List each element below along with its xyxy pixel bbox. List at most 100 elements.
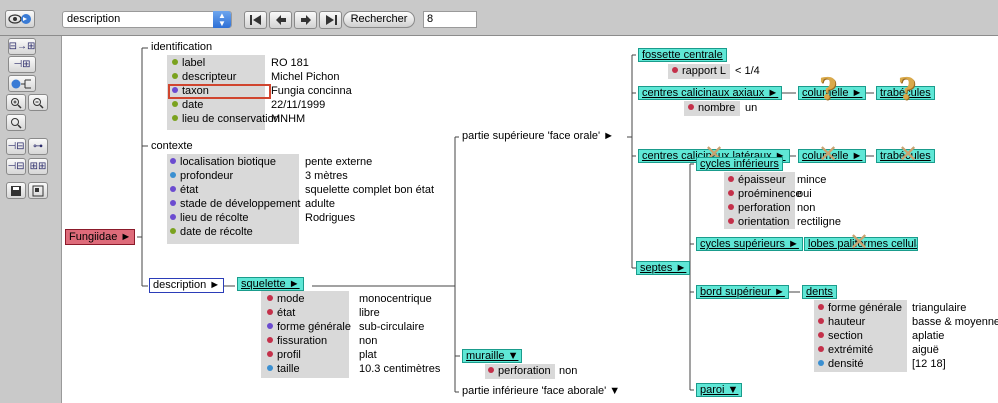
- attr-taille[interactable]: taille: [267, 363, 300, 376]
- centres-axiaux-title: centres calicinaux axiaux ►: [642, 87, 779, 99]
- attr-perforation-muraille[interactable]: perforation: [488, 365, 551, 378]
- attr-date[interactable]: date: [172, 99, 203, 112]
- value-lieu-conservation: MNHM: [271, 113, 306, 125]
- cycles-superieurs-node[interactable]: cycles supérieurs ►: [696, 237, 803, 251]
- partie-inferieure-node[interactable]: partie inférieure 'face aborale' ▼: [462, 385, 620, 398]
- tree-add-icon[interactable]: ⊣⊞: [8, 56, 36, 73]
- collapse-all-icon[interactable]: ⊣⊟: [6, 158, 26, 175]
- attr-epaisseur[interactable]: épaisseur: [728, 174, 786, 187]
- attr-date-recolte[interactable]: date de récolte: [170, 226, 253, 239]
- attr-descripteur[interactable]: descripteur: [172, 71, 236, 84]
- attr-profondeur[interactable]: profondeur: [170, 170, 233, 183]
- attr-etat-squelette[interactable]: état: [267, 307, 295, 320]
- attr-name: rapport L: [682, 65, 727, 77]
- value-localisation-biotique: pente externe: [305, 156, 373, 168]
- value-rapport-l: < 1/4: [735, 65, 760, 77]
- root-node-fungiidae[interactable]: Fungiidae ►: [65, 229, 136, 245]
- attr-dot: [728, 190, 734, 196]
- attr-densite[interactable]: densité: [818, 358, 863, 371]
- attr-name: localisation biotique: [180, 156, 277, 168]
- attr-dot: [172, 59, 178, 65]
- expand-horizontal-icon[interactable]: ⊟→⊞: [8, 38, 36, 55]
- septes-node[interactable]: septes ►: [636, 261, 691, 275]
- next-icon[interactable]: [294, 11, 317, 29]
- cycles-inferieurs-node[interactable]: cycles inférieurs: [696, 157, 783, 171]
- attr-forme-generale-dents[interactable]: forme générale: [818, 302, 902, 315]
- attr-proeminence[interactable]: proéminence: [728, 188, 802, 201]
- centres-axiaux-node[interactable]: centres calicinaux axiaux ►: [638, 86, 783, 100]
- partie-superieure-node[interactable]: partie supérieure 'face orale' ►: [462, 130, 614, 143]
- view-toggle-icon[interactable]: [5, 10, 35, 28]
- attr-name: mode: [277, 293, 305, 305]
- attr-label[interactable]: label: [172, 57, 205, 70]
- attr-forme-generale[interactable]: forme générale: [267, 321, 351, 334]
- attr-dot: [170, 200, 176, 206]
- contexte-title[interactable]: contexte: [151, 140, 193, 153]
- save-icon[interactable]: [6, 182, 26, 199]
- value-densite: [12 18]: [912, 358, 946, 370]
- fossette-centrale-node[interactable]: fossette centrale: [638, 48, 727, 62]
- attr-taxon-selected[interactable]: taxon: [168, 84, 271, 99]
- previous-icon[interactable]: [269, 11, 292, 29]
- muraille-title: muraille ▼: [466, 350, 519, 362]
- attr-name: perforation: [498, 365, 551, 377]
- attr-localisation-biotique[interactable]: localisation biotique: [170, 156, 276, 169]
- value-proeminence: oui: [797, 188, 812, 200]
- attr-fissuration[interactable]: fissuration: [267, 335, 327, 348]
- muraille-node[interactable]: muraille ▼: [462, 349, 523, 363]
- attr-lieu-recolte[interactable]: lieu de récolte: [170, 212, 249, 225]
- attr-profil[interactable]: profil: [267, 349, 301, 362]
- attr-lieu-conservation[interactable]: lieu de conservation: [172, 113, 280, 126]
- attr-perforation-septes[interactable]: perforation: [728, 202, 791, 215]
- attr-dot: [672, 67, 678, 73]
- last-icon[interactable]: [319, 11, 342, 29]
- attr-orientation[interactable]: orientation: [728, 216, 789, 229]
- attr-etat[interactable]: état: [170, 184, 198, 197]
- paroi-node[interactable]: paroi ▼: [696, 383, 743, 397]
- toolbar: description ▲ ▼ Rechercher 8: [0, 0, 998, 36]
- attr-rapport-l[interactable]: rapport L: [672, 65, 726, 78]
- value-lieu-recolte: Rodrigues: [305, 212, 356, 224]
- attr-hauteur[interactable]: hauteur: [818, 316, 865, 329]
- expand-all-icon[interactable]: ⊞⊞: [28, 158, 48, 175]
- attr-mode[interactable]: mode: [267, 293, 305, 306]
- attr-name: densité: [828, 358, 864, 370]
- attr-dot: [170, 172, 176, 178]
- value-hauteur: basse & moyenne: [912, 316, 998, 328]
- question-mark-icon: ?: [898, 72, 916, 107]
- attr-nombre[interactable]: nombre: [688, 102, 735, 115]
- color-tree-icon[interactable]: [8, 75, 36, 92]
- search-button[interactable]: Rechercher: [343, 11, 415, 28]
- squelette-node[interactable]: squelette ►: [237, 277, 304, 291]
- zoom-reset-icon[interactable]: [6, 114, 26, 131]
- attr-name: profondeur: [180, 170, 234, 182]
- attr-dot: [267, 365, 273, 371]
- result-count-field[interactable]: 8: [423, 11, 477, 28]
- attr-dot: [267, 309, 273, 315]
- dents-title: dents: [806, 286, 833, 298]
- attr-section[interactable]: section: [818, 330, 863, 343]
- value-perforation-muraille: non: [559, 365, 578, 377]
- description-select[interactable]: description ▲ ▼: [62, 11, 232, 28]
- expand-icon[interactable]: ⊶: [28, 138, 48, 155]
- dents-node[interactable]: dents: [802, 285, 837, 299]
- identification-title[interactable]: identification: [151, 41, 212, 54]
- tree-canvas[interactable]: Fungiidae ► identification label RO 181 …: [62, 36, 998, 403]
- print-icon[interactable]: [28, 182, 48, 199]
- attr-dot: [818, 346, 824, 352]
- attr-name: épaisseur: [738, 174, 786, 186]
- collapse-icon[interactable]: ⊣⊟: [6, 138, 26, 155]
- first-icon[interactable]: [244, 11, 267, 29]
- attr-stade-developpement[interactable]: stade de développement: [170, 198, 300, 211]
- zoom-in-icon[interactable]: [6, 94, 26, 111]
- description-node[interactable]: description ►: [149, 278, 225, 293]
- attr-name: orientation: [738, 216, 790, 228]
- value-forme-generale-dents: triangulaire: [912, 302, 967, 314]
- zoom-out-icon[interactable]: [28, 94, 48, 111]
- attr-name: fissuration: [277, 335, 328, 347]
- bord-superieur-node[interactable]: bord supérieur ►: [696, 285, 789, 299]
- attr-extremite[interactable]: extrémité: [818, 344, 873, 357]
- attr-dot: [688, 104, 694, 110]
- value-taille: 10.3 centimètres: [359, 363, 441, 375]
- value-mode: monocentrique: [359, 293, 432, 305]
